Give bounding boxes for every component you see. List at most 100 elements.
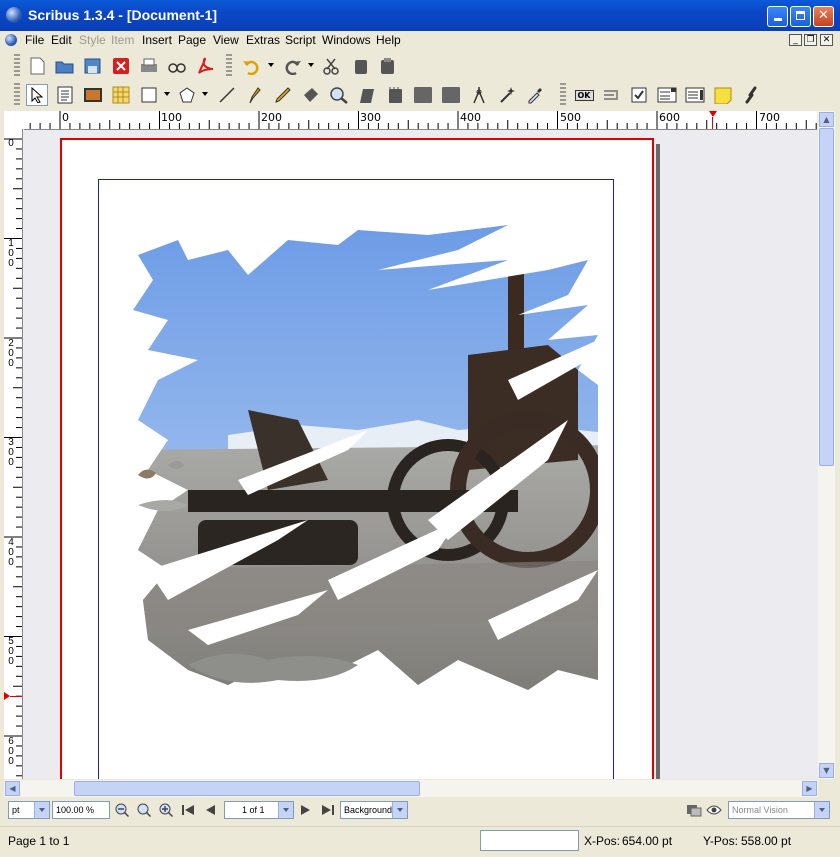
zoom-value: 100.00 %: [56, 805, 95, 815]
chevron-down-icon[interactable]: [34, 802, 49, 818]
zoom-100-icon[interactable]: [136, 802, 152, 818]
pdf-checkbox-icon[interactable]: [628, 84, 650, 106]
menu-item[interactable]: Item: [111, 33, 134, 47]
ruler-corner[interactable]: [4, 111, 24, 129]
mdi-minimize-button[interactable]: _: [789, 34, 802, 46]
unlink-text-frames-icon[interactable]: [412, 84, 434, 106]
bezier-curve-icon[interactable]: [244, 84, 266, 106]
zoom-icon[interactable]: [328, 84, 350, 106]
toolbar-grip[interactable]: [14, 83, 20, 106]
next-page-icon[interactable]: [298, 802, 314, 818]
text-frame-icon[interactable]: [54, 84, 76, 106]
eye-dropper-icon[interactable]: [524, 84, 546, 106]
close-document-icon[interactable]: [110, 55, 132, 77]
save-icon[interactable]: [82, 55, 104, 77]
scroll-left-arrow-icon[interactable]: ◀: [5, 781, 20, 796]
rotate-item-icon[interactable]: [300, 84, 322, 106]
previous-page-icon[interactable]: [202, 802, 218, 818]
pdf-combo-box-icon[interactable]: [656, 84, 678, 106]
maximize-button[interactable]: [790, 6, 811, 27]
menu-extras[interactable]: Extras: [246, 33, 280, 47]
zoom-input[interactable]: 100.00 %: [52, 801, 110, 819]
toolbar-grip[interactable]: [14, 54, 20, 77]
menu-windows[interactable]: Windows: [322, 33, 371, 47]
paste-icon[interactable]: [376, 55, 398, 77]
vertical-scroll-thumb[interactable]: [819, 128, 834, 466]
horizontal-ruler-ticks: [29, 111, 817, 129]
copy-properties-icon[interactable]: [468, 84, 490, 106]
menu-bar: File Edit Style Item Insert Page View Ex…: [0, 31, 840, 49]
preflight-verifier-icon[interactable]: [166, 55, 188, 77]
freehand-line-icon[interactable]: [272, 84, 294, 106]
measurements-icon[interactable]: [440, 84, 462, 106]
zoom-in-icon[interactable]: [158, 802, 174, 818]
cut-icon[interactable]: [320, 55, 342, 77]
select-item-icon[interactable]: [26, 84, 48, 106]
polygon-dropdown-icon[interactable]: [202, 92, 208, 96]
toolbar-grip[interactable]: [560, 83, 566, 106]
pdf-push-button-icon[interactable]: OK: [572, 84, 596, 106]
menu-script[interactable]: Script: [285, 33, 316, 47]
menu-insert[interactable]: Insert: [142, 33, 172, 47]
document-icon[interactable]: [5, 34, 17, 46]
first-page-icon[interactable]: [180, 802, 196, 818]
new-document-icon[interactable]: [26, 55, 48, 77]
page-select[interactable]: 1 of 1: [224, 801, 294, 819]
open-folder-icon[interactable]: [54, 55, 76, 77]
polygon-icon[interactable]: [176, 84, 198, 106]
undo-icon[interactable]: [240, 55, 262, 77]
export-pdf-icon[interactable]: [194, 55, 216, 77]
unit-value: pt: [12, 805, 20, 815]
chevron-down-icon[interactable]: [392, 802, 407, 818]
eye-icon[interactable]: [706, 802, 722, 818]
edit-contents-icon[interactable]: [356, 84, 378, 106]
mdi-close-button[interactable]: ✕: [820, 34, 833, 46]
zoom-out-icon[interactable]: [114, 802, 130, 818]
scroll-up-arrow-icon[interactable]: ▲: [819, 112, 834, 127]
layer-select[interactable]: Background: [340, 801, 408, 819]
document-canvas[interactable]: [23, 130, 818, 779]
menu-view[interactable]: View: [213, 33, 239, 47]
close-button[interactable]: ✕: [813, 6, 834, 27]
menu-file[interactable]: File: [25, 33, 44, 47]
text-annotation-icon[interactable]: [712, 84, 734, 106]
magic-wand-icon[interactable]: [496, 84, 518, 106]
scroll-down-arrow-icon[interactable]: ▼: [819, 763, 834, 778]
vertical-ruler[interactable]: 0 1 0 0 2 0 0 3 0 0 4 0 0 5 0 0 6 0 0: [4, 129, 23, 779]
pdf-text-field-icon[interactable]: [600, 84, 622, 106]
pdf-list-box-icon[interactable]: [684, 84, 706, 106]
menu-page[interactable]: Page: [178, 33, 206, 47]
preview-mode-icon[interactable]: [686, 802, 702, 818]
undo-dropdown-icon[interactable]: [268, 63, 274, 67]
table-icon[interactable]: [110, 84, 132, 106]
unit-select[interactable]: pt: [8, 801, 50, 819]
shape-icon[interactable]: [138, 84, 160, 106]
horizontal-scroll-thumb[interactable]: [74, 781, 420, 796]
vertical-scrollbar[interactable]: ▲ ▼: [818, 111, 835, 779]
print-icon[interactable]: [138, 55, 160, 77]
scroll-right-arrow-icon[interactable]: ▶: [802, 781, 817, 796]
chevron-down-icon[interactable]: [814, 802, 829, 818]
last-page-icon[interactable]: [320, 802, 336, 818]
scribus-app-icon[interactable]: [6, 7, 22, 23]
ruler-label-500: 500: [560, 111, 581, 124]
minimize-button[interactable]: [767, 6, 788, 27]
shape-dropdown-icon[interactable]: [164, 92, 170, 96]
line-icon[interactable]: [216, 84, 238, 106]
toolbar-grip[interactable]: [226, 54, 232, 77]
link-annotation-icon[interactable]: [740, 84, 762, 106]
link-text-frames-icon[interactable]: [384, 84, 406, 106]
redo-dropdown-icon[interactable]: [308, 63, 314, 67]
image-frame-icon[interactable]: [82, 84, 104, 106]
vision-select[interactable]: Normal Vision: [728, 801, 830, 819]
redo-icon[interactable]: [282, 55, 304, 77]
menu-help[interactable]: Help: [376, 33, 401, 47]
menu-edit[interactable]: Edit: [51, 33, 72, 47]
horizontal-ruler[interactable]: 0 100 200 300 400 500 600 700: [24, 111, 817, 130]
horizontal-scrollbar[interactable]: ◀ ▶: [4, 780, 818, 797]
copy-icon[interactable]: [350, 55, 372, 77]
image-frame[interactable]: [128, 220, 628, 700]
mdi-restore-button[interactable]: ❐: [804, 34, 817, 46]
chevron-down-icon[interactable]: [278, 802, 293, 818]
menu-style[interactable]: Style: [79, 33, 106, 47]
